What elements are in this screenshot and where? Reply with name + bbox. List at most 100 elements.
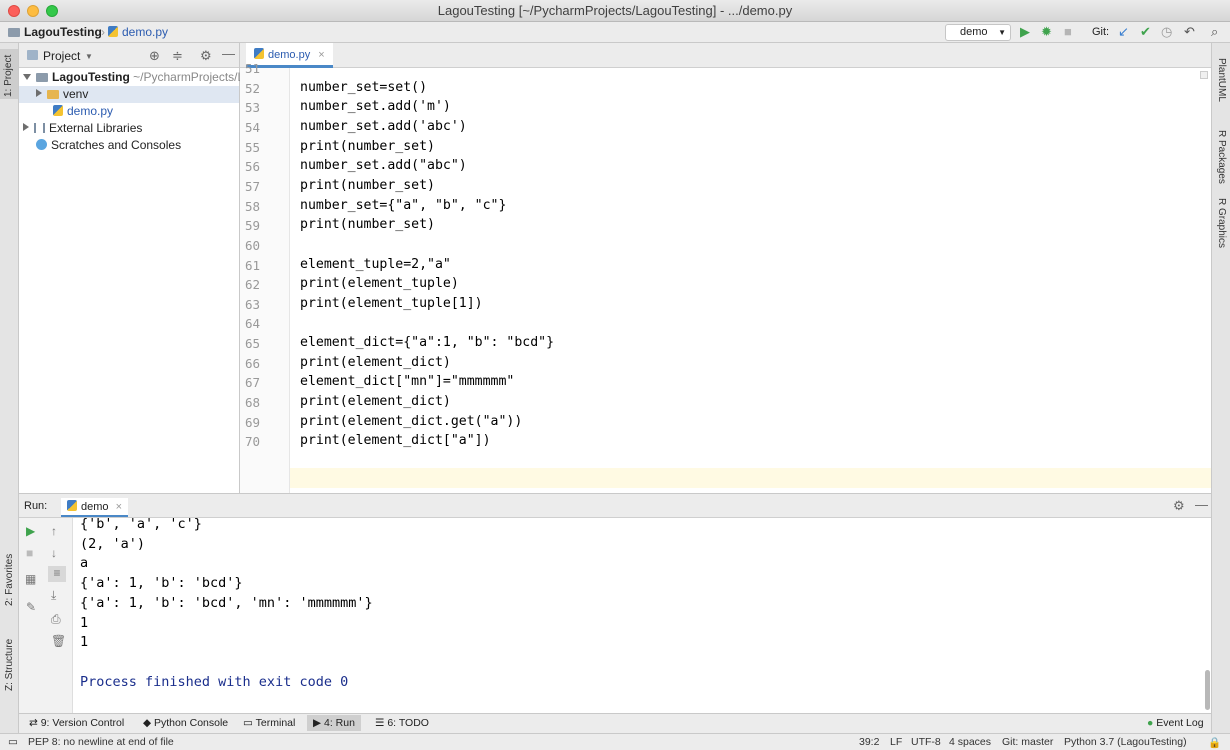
code-line: print(element_tuple[1]) <box>300 295 483 311</box>
tree-item-root[interactable]: LagouTesting ~/PycharmProjects/L <box>23 69 244 86</box>
rerun-icon[interactable]: ▶ <box>26 524 35 538</box>
tree-item-label: venv <box>63 87 89 101</box>
line-number: 53 <box>244 100 260 116</box>
status-message: PEP 8: no newline at end of file <box>28 736 174 748</box>
close-icon[interactable]: × <box>318 49 324 61</box>
tree-item-venv[interactable]: venv <box>19 86 239 103</box>
line-number-gutter: 51 52 53 54 55 56 57 58 59 60 61 62 63 64 65 66 67 68 69 70 <box>240 61 290 493</box>
file-encoding[interactable]: UTF-8 <box>911 736 941 748</box>
expanded-arrow-icon <box>23 74 31 80</box>
pin-icon[interactable]: ✎ <box>26 600 36 614</box>
locate-icon[interactable]: ⊕ <box>149 48 160 64</box>
stop-icon[interactable]: ■ <box>26 546 33 560</box>
tree-item-label: Scratches and Consoles <box>51 138 182 152</box>
project-view-icon <box>27 50 38 60</box>
hide-panel-icon[interactable]: — <box>222 46 235 61</box>
tab-run[interactable]: ▶ 4: Run <box>307 715 361 731</box>
hide-panel-icon[interactable]: — <box>1195 497 1208 512</box>
python-interpreter[interactable]: Python 3.7 (LagouTesting) <box>1064 736 1187 748</box>
search-icon[interactable]: ⌕ <box>1211 25 1218 39</box>
code-line: number_set={"a", "b", "c"} <box>300 197 507 213</box>
output-line: Process finished with exit code 0 <box>80 673 349 690</box>
tab-python-console[interactable]: ◆ Python Console <box>143 717 228 729</box>
project-panel-header: Project ▼ ⊕ ≑ ⚙ — <box>19 43 239 68</box>
rpackages-tool-button[interactable]: R Packages <box>1216 130 1227 184</box>
line-number: 66 <box>244 355 260 371</box>
tab-version-control[interactable]: ⇄ 9: Version Control <box>29 717 124 729</box>
run-tab-demo[interactable]: demo × <box>61 498 129 517</box>
run-toolbar: ▶ ↑ ■ ↓ ≡ ▦ ⤓ ✎ ⎙ 🗑 <box>19 518 73 714</box>
inspection-status-icon[interactable] <box>1200 71 1208 79</box>
run-config-selector[interactable]: demo ▼ <box>945 24 1011 41</box>
code-line: element_dict["mn"]="mmmmmm" <box>300 374 515 390</box>
down-arrow-icon[interactable]: ↓ <box>51 546 57 560</box>
breadcrumb-file[interactable]: demo.py <box>108 25 168 39</box>
navigation-bar: LagouTesting › demo.py demo ▼ ▶ ✹ ■ Git:… <box>0 22 1230 43</box>
collapsed-arrow-icon <box>23 123 29 131</box>
run-panel-label: Run: <box>24 500 48 512</box>
folder-icon <box>8 28 20 37</box>
python-file-icon <box>108 26 118 37</box>
structure-tool-button[interactable]: Z: Structure <box>4 639 15 691</box>
minimize-window-button[interactable] <box>27 5 39 17</box>
zoom-window-button[interactable] <box>46 5 58 17</box>
project-panel: Project ▼ ⊕ ≑ ⚙ — LagouTesting ~/Pycharm… <box>19 43 244 493</box>
tree-item-scratches[interactable]: Scratches and Consoles <box>36 137 181 154</box>
line-separator[interactable]: LF <box>890 736 902 748</box>
git-history-icon[interactable]: ◷ <box>1161 25 1172 39</box>
run-panel-header: Run: demo × ⚙ — <box>19 494 1211 518</box>
project-tool-button[interactable]: 1: Project <box>0 49 18 99</box>
line-number: 68 <box>244 395 260 411</box>
code-area[interactable]: number_set=set() number_set.add('m') numbe… <box>290 68 1211 493</box>
close-window-button[interactable] <box>8 5 20 17</box>
print-icon[interactable]: ⎙ <box>51 612 61 627</box>
line-number: 64 <box>244 316 260 332</box>
breadcrumb-project[interactable]: LagouTesting <box>8 25 102 39</box>
git-commit-icon[interactable]: ✔ <box>1140 25 1151 39</box>
tab-terminal[interactable]: ▭ Terminal <box>243 717 295 729</box>
git-branch[interactable]: Git: master <box>1002 736 1053 748</box>
up-arrow-icon[interactable]: ↑ <box>51 524 57 538</box>
code-line: print(element_tuple) <box>300 276 459 292</box>
tree-item-demo-py[interactable]: demo.py <box>53 103 113 120</box>
tab-event-log[interactable]: ● Event Log <box>1147 717 1204 729</box>
tab-todo[interactable]: ☰ 6: TODO <box>375 717 429 729</box>
gear-icon[interactable]: ⚙ <box>200 48 212 64</box>
line-number: 52 <box>244 80 260 96</box>
tab-label: 4: Run <box>324 717 355 729</box>
git-rollback-icon[interactable]: ↶ <box>1184 25 1195 39</box>
plantuml-tool-button[interactable]: PlantUML <box>1216 58 1227 102</box>
lock-icon[interactable]: 🔒 <box>1208 736 1221 749</box>
restore-layout-icon[interactable]: ▦ <box>25 572 36 586</box>
code-line: print(element_dict) <box>300 354 451 370</box>
scroll-to-end-icon[interactable]: ⤓ <box>51 588 56 603</box>
tree-item-label: demo.py <box>67 104 114 118</box>
toggle-tool-windows-icon[interactable]: ▭ <box>8 736 18 748</box>
code-line: print(element_dict.get("a")) <box>300 413 523 429</box>
collapse-all-icon[interactable]: ≑ <box>172 48 183 64</box>
project-view-selector[interactable]: Project <box>43 49 80 63</box>
git-update-icon[interactable]: ↙ <box>1118 25 1129 39</box>
tree-item-label: LagouTesting <box>52 70 130 84</box>
stop-icon[interactable]: ■ <box>1064 25 1072 39</box>
run-tab-label: demo <box>81 501 109 513</box>
soft-wrap-icon[interactable]: ≡ <box>48 566 66 582</box>
caret-position[interactable]: 39:2 <box>859 736 879 748</box>
gear-icon[interactable]: ⚙ <box>1173 498 1185 514</box>
rgraphics-tool-button[interactable]: R Graphics <box>1216 198 1227 248</box>
debug-icon[interactable]: ✹ <box>1041 25 1052 39</box>
code-line: print(element_dict) <box>300 394 451 410</box>
tree-item-external-libraries[interactable]: External Libraries <box>23 120 142 137</box>
close-icon[interactable]: × <box>116 501 122 513</box>
run-icon[interactable]: ▶ <box>1020 25 1030 39</box>
indent-setting[interactable]: 4 spaces <box>949 736 991 748</box>
left-tool-stripe: 1: Project 2: Favorites Z: Structure <box>0 43 19 733</box>
right-tool-stripe: PlantUML R Packages R Graphics <box>1211 43 1230 733</box>
favorites-tool-button[interactable]: 2: Favorites <box>4 554 15 606</box>
project-tool-label: 1: Project <box>3 54 14 97</box>
chevron-down-icon[interactable]: ▼ <box>85 52 93 61</box>
output-scrollbar[interactable] <box>1205 670 1210 710</box>
line-number: 56 <box>244 159 260 175</box>
trash-icon[interactable]: 🗑 <box>51 634 66 648</box>
output-line: 1 <box>80 634 89 651</box>
